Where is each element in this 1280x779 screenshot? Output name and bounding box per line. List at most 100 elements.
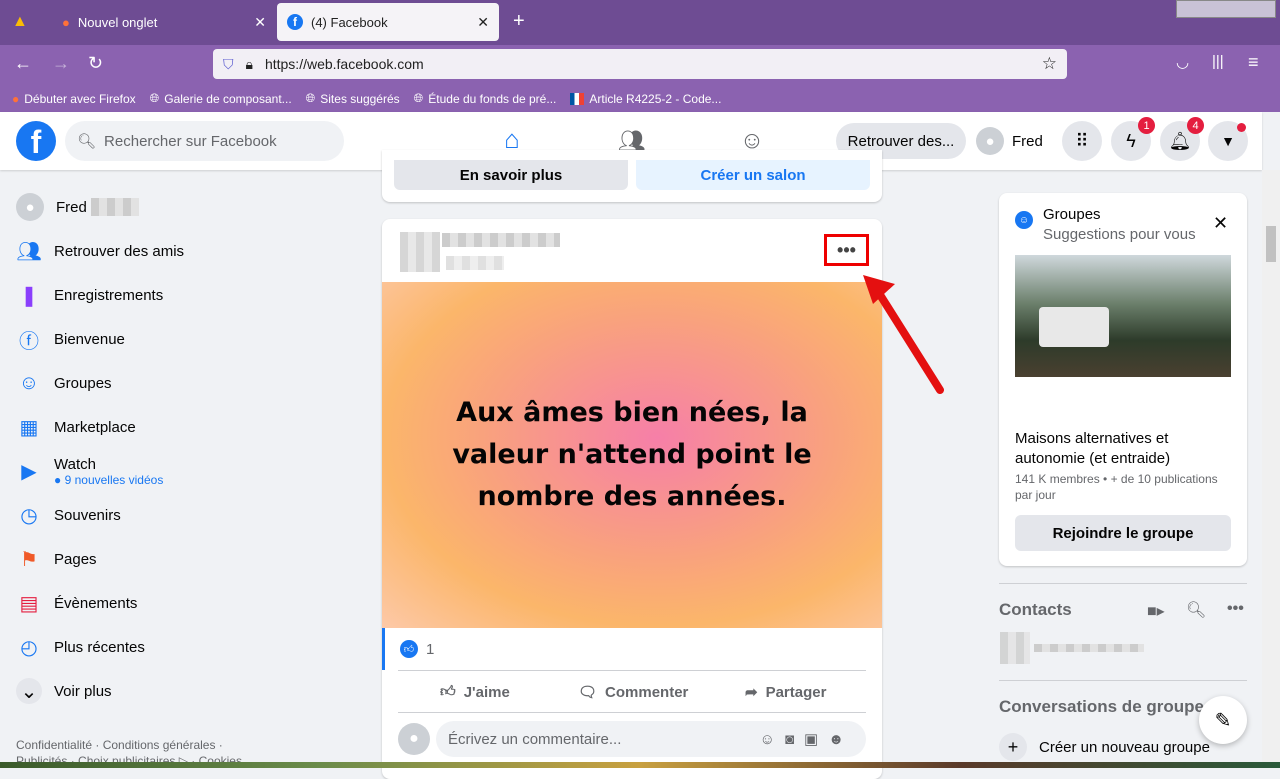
comment-input[interactable]: Écrivez un commentaire... ☺◙▣☻ — [436, 721, 866, 757]
user-name: Fred — [56, 198, 87, 216]
bookmark[interactable]: 🌐︎ Étude du fonds de pré... — [414, 91, 557, 106]
bell-icon: 🔔︎ — [1168, 130, 1192, 151]
group-name[interactable]: Maisons alternatives et autonomie (et en… — [1015, 429, 1215, 469]
sidebar-item-label: Marketplace — [54, 418, 136, 436]
account-button[interactable]: ▼ — [1208, 121, 1248, 161]
search-input[interactable]: 🔍︎ Rechercher sur Facebook — [65, 121, 344, 161]
url-bar[interactable]: ⛉ 🔒︎ https://web.facebook.com ☆ — [213, 49, 1067, 79]
facebook-icon: f — [287, 14, 303, 30]
avatar: ● — [976, 127, 1004, 155]
library-icon[interactable]: ||| — [1212, 53, 1224, 70]
shield-icon[interactable]: ⛉ — [223, 56, 234, 73]
notifications-button[interactable]: 🔔︎ 4 — [1160, 117, 1204, 161]
tab-label: Nouvel onglet — [77, 14, 158, 30]
button-label: En savoir plus — [459, 166, 563, 184]
create-room-button[interactable]: Créer un salon — [636, 160, 870, 190]
bookmark[interactable]: ● Débuter avec Firefox — [12, 92, 136, 106]
blurred-avatar — [1000, 632, 1030, 664]
new-message-button[interactable]: ✎ — [1199, 696, 1247, 744]
search-icon: 🔍︎ — [77, 133, 97, 150]
video-call-icon[interactable]: ■▸ — [1147, 601, 1165, 621]
drive-icon[interactable]: ▲ — [12, 13, 28, 31]
sidebar-item-recent[interactable]: ◴ Plus récentes — [16, 625, 145, 669]
share-button[interactable]: ➦ Partager — [745, 683, 826, 702]
sidebar-item-groups[interactable]: ☺ Groupes — [16, 361, 112, 405]
learn-more-button[interactable]: En savoir plus — [394, 160, 628, 190]
close-tab-icon[interactable]: ✕ — [477, 14, 489, 31]
facebook-icon: ⓕ — [19, 330, 39, 353]
globe-icon: 🌐︎ — [149, 91, 160, 105]
sidebar-item-watch[interactable]: ▶ Watch ● 9 nouvelles vidéos — [16, 449, 163, 493]
group-image[interactable] — [1015, 255, 1231, 377]
badge: 1 — [1138, 117, 1155, 134]
sidebar-item-bookmark[interactable]: ❚ Enregistrements — [16, 273, 164, 317]
footer-line[interactable]: Confidentialité · Conditions générales · — [16, 737, 242, 753]
facebook-logo[interactable]: f — [16, 121, 56, 161]
comment-button[interactable]: 🗨︎ Commenter — [578, 683, 689, 702]
focus-indicator — [382, 628, 385, 670]
sidebar-item-friends[interactable]: 👥︎ Retrouver des amis — [16, 229, 184, 273]
menu-icon[interactable]: ≡ — [1248, 52, 1259, 73]
sidebar-profile[interactable]: ● Fred — [16, 185, 139, 229]
plus-icon: + — [999, 733, 1027, 761]
reactions-count[interactable]: 👍︎ 1 — [400, 640, 434, 658]
sidebar-item-label: Bienvenue — [54, 330, 125, 348]
divider — [999, 583, 1247, 584]
bookmark[interactable]: 🌐︎ Galerie de composant... — [150, 91, 292, 106]
comment-tools-icons[interactable]: ☺◙▣☻ — [760, 730, 854, 748]
profile-link[interactable]: ● Fred — [976, 124, 1043, 158]
blurred-avatar — [400, 232, 440, 272]
star-icon[interactable]: ☆ — [1042, 54, 1057, 74]
group-meta: 141 K membres • + de 10 publications par… — [1015, 472, 1218, 502]
sidebar-item-label: Plus récentes — [54, 638, 145, 656]
create-group-button[interactable]: + Créer un nouveau groupe — [999, 733, 1210, 761]
close-icon[interactable]: ✕ — [1213, 213, 1228, 234]
tab-new[interactable]: ● Nouvel onglet ✕ — [52, 3, 276, 41]
card-title: Groupes — [1043, 206, 1101, 223]
sidebar-item-chevron-down[interactable]: ⌄ Voir plus — [16, 669, 112, 713]
globe-icon: 🌐︎ — [305, 91, 316, 105]
reload-icon[interactable]: ↻ — [88, 53, 103, 74]
post-options-button[interactable]: ••• — [824, 234, 869, 266]
bookmark[interactable]: 🌐︎ Sites suggérés — [306, 91, 400, 106]
like-count: 1 — [426, 640, 435, 658]
search-icon[interactable]: 🔍︎ — [1186, 600, 1206, 620]
annotation-arrow — [863, 275, 944, 394]
sidebar-item-calendar[interactable]: ▤ Évènements — [16, 581, 138, 625]
sidebar-item-shop[interactable]: ▦ Marketplace — [16, 405, 136, 449]
like-button[interactable]: 👍︎ J'aime — [440, 683, 510, 701]
more-icon[interactable]: ••• — [1227, 600, 1244, 618]
menu-grid-icon[interactable]: ⠿ — [1062, 121, 1102, 161]
close-tab-icon[interactable]: ✕ — [254, 14, 266, 31]
camper-van — [1039, 307, 1109, 347]
forward-icon[interactable]: → — [52, 53, 70, 74]
sidebar-item-flag[interactable]: ⚑ Pages — [16, 537, 97, 581]
calendar-icon: ▤ — [19, 592, 39, 615]
sidebar-item-clock[interactable]: ◷ Souvenirs — [16, 493, 120, 537]
more-icon: ••• — [837, 239, 856, 260]
join-group-button[interactable]: Rejoindre le groupe — [1015, 515, 1231, 551]
sub-label: 9 nouvelles vidéos — [64, 472, 164, 487]
recent-icon: ◴ — [20, 636, 38, 659]
sidebar-item-facebook[interactable]: ⓕ Bienvenue — [16, 317, 125, 361]
messenger-button[interactable]: ϟ1 — [1111, 117, 1155, 161]
bookmark-label: Sites suggérés — [320, 91, 400, 106]
pocket-icon[interactable]: ◡ — [1176, 53, 1189, 71]
bookmark[interactable]: Article R4225-2 - Code... — [570, 92, 721, 106]
scrollbar[interactable] — [1262, 170, 1280, 762]
post-image[interactable]: Aux âmes bien nées, la valeur n'attend p… — [382, 282, 882, 628]
url-text[interactable]: https://web.facebook.com — [265, 56, 424, 72]
flag-fr-icon — [570, 92, 585, 105]
new-tab-button[interactable]: + — [513, 10, 525, 33]
scrollbar-thumb[interactable] — [1266, 226, 1276, 262]
window-controls[interactable] — [1176, 0, 1276, 18]
contact-item[interactable] — [1000, 632, 1144, 664]
button-label: Commenter — [605, 683, 689, 701]
divider — [398, 670, 866, 671]
tab-facebook[interactable]: f (4) Facebook ✕ — [277, 3, 499, 41]
bookmark-label: Étude du fonds de pré... — [428, 91, 557, 106]
previous-post-card: En savoir plus Créer un salon — [382, 150, 882, 202]
sidebar-item-sub[interactable]: ● 9 nouvelles vidéos — [54, 473, 163, 487]
back-icon[interactable]: ← — [14, 53, 32, 74]
firefox-icon: ● — [62, 14, 70, 30]
